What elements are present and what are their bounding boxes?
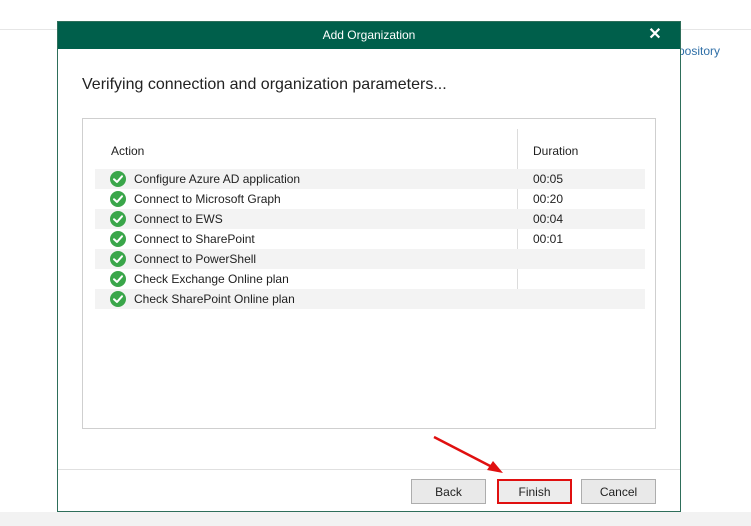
table-row[interactable]: Connect to SharePoint 00:01 <box>95 229 645 249</box>
page-heading: Verifying connection and organization pa… <box>82 76 447 93</box>
row-duration: 00:05 <box>533 172 564 186</box>
row-duration: 00:01 <box>533 232 564 246</box>
check-circle-icon <box>110 171 126 187</box>
table-row[interactable]: Connect to Microsoft Graph 00:20 <box>95 189 645 209</box>
close-icon[interactable]: ✕ <box>646 24 664 46</box>
row-duration: 00:20 <box>533 192 564 206</box>
table-row[interactable]: Connect to PowerShell <box>95 249 645 269</box>
check-circle-icon <box>110 231 126 247</box>
row-action-label: Connect to Microsoft Graph <box>134 192 281 206</box>
row-action-label: Check SharePoint Online plan <box>134 292 295 306</box>
check-circle-icon <box>110 191 126 207</box>
row-action-label: Connect to PowerShell <box>134 252 257 266</box>
check-circle-icon <box>110 291 126 307</box>
row-action-label: Configure Azure AD application <box>134 172 301 186</box>
actions-table-body: Configure Azure AD application 00:05 Conne… <box>95 169 645 309</box>
table-row[interactable]: Configure Azure AD application 00:05 <box>95 169 645 189</box>
add-organization-dialog: Add Organization ✕ Verifying connection … <box>57 21 681 512</box>
background-repository-link[interactable]: pository <box>678 44 720 58</box>
cancel-button[interactable]: Cancel <box>581 479 656 504</box>
dialog-titlebar: Add Organization ✕ <box>58 22 680 49</box>
row-action-label: Connect to EWS <box>134 212 223 226</box>
check-circle-icon <box>110 251 126 267</box>
back-button[interactable]: Back <box>411 479 486 504</box>
row-action-label: Connect to SharePoint <box>134 232 255 246</box>
row-action-label: Check Exchange Online plan <box>134 272 289 286</box>
table-row[interactable]: Check SharePoint Online plan <box>95 289 645 309</box>
footer-divider <box>58 469 680 470</box>
table-row[interactable]: Check Exchange Online plan <box>95 269 645 289</box>
check-circle-icon <box>110 211 126 227</box>
dialog-title: Add Organization <box>322 28 416 42</box>
actions-table: Action Duration Configure Azure AD appli… <box>82 118 656 429</box>
column-header-action: Action <box>111 144 145 158</box>
row-duration: 00:04 <box>533 212 564 226</box>
table-row[interactable]: Connect to EWS 00:04 <box>95 209 645 229</box>
finish-button[interactable]: Finish <box>497 479 572 504</box>
background-footer <box>0 512 751 526</box>
check-circle-icon <box>110 271 126 287</box>
column-header-duration: Duration <box>533 144 579 158</box>
